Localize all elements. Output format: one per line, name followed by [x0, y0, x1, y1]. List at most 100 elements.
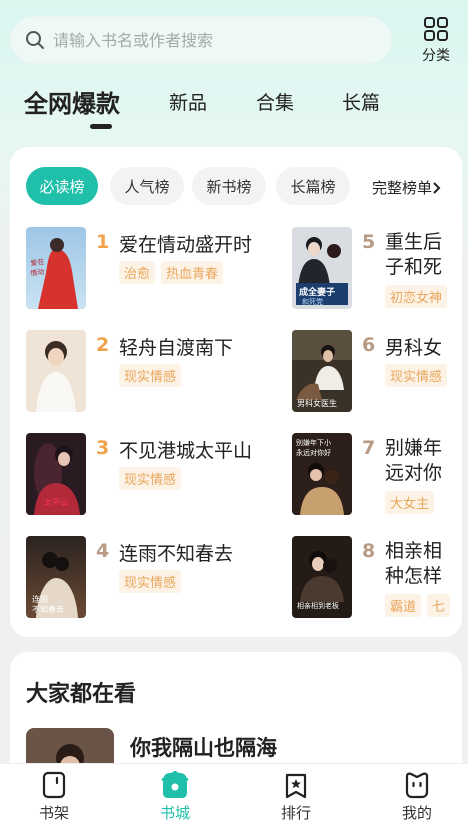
tag: 现实情感: [119, 467, 182, 490]
tab-long[interactable]: 长篇: [342, 88, 380, 115]
tag-row: 治愈 热血青春: [119, 261, 224, 284]
tag-row: 初恋女神: [385, 285, 448, 308]
pill-must-read[interactable]: 必读榜: [26, 167, 98, 205]
grid-icon: [424, 17, 448, 41]
svg-text:成全妻子: 成全妻子: [299, 286, 335, 298]
svg-text:不知春去: 不知春去: [32, 604, 64, 614]
book-title: 轻舟自渡南下: [119, 337, 234, 359]
nav-label: 书城: [159, 804, 190, 822]
book-cover: 爱在 情动: [26, 227, 86, 309]
rank-item[interactable]: 相亲相到老板 8 相亲相 种怎样 霸道 七: [292, 536, 462, 622]
nav-profile[interactable]: 我的: [377, 770, 457, 823]
ranking-icon: [285, 773, 307, 799]
book-cover: 男科女医生: [292, 330, 352, 412]
svg-text:别嫌年下小: 别嫌年下小: [296, 438, 331, 447]
bottom-nav: 书架 书城 排行 我的: [0, 763, 468, 827]
book-cover: 成全妻子 和死党: [292, 227, 352, 309]
rank-item[interactable]: 2 轻舟自渡南下 现实情感: [26, 330, 286, 416]
rank-number: 8: [362, 540, 376, 562]
tab-collection[interactable]: 合集: [256, 88, 294, 115]
book-title-line1: 重生后: [385, 231, 443, 253]
full-list-label: 完整榜单: [372, 179, 433, 197]
book-title[interactable]: 你我隔山也隔海: [130, 732, 277, 762]
book-title: 别嫌年 远对你: [385, 436, 455, 486]
book-title: 不见港城太平山: [119, 440, 253, 462]
rank-number: 6: [362, 334, 376, 356]
active-tab-indicator: [90, 124, 112, 129]
nav-label: 我的: [401, 804, 432, 822]
tag-row: 现实情感: [119, 364, 182, 387]
pill-popular[interactable]: 人气榜: [110, 167, 184, 205]
book-cover: 太平山: [26, 433, 86, 515]
rank-item[interactable]: 太平山 3 不见港城太平山 现实情感: [26, 433, 286, 519]
tag: 现实情感: [119, 570, 182, 593]
book-title: 男科女: [385, 337, 443, 359]
chevron-right-icon: [433, 181, 441, 194]
book-title-line2: 子和死: [385, 256, 443, 278]
nav-bookstore[interactable]: 书城: [135, 770, 215, 823]
svg-text:男科女医生: 男科女医生: [297, 398, 337, 408]
rank-item[interactable]: 连雨 不知春去 4 连雨不知春去 现实情感: [26, 536, 286, 622]
tab-new[interactable]: 新品: [169, 88, 207, 115]
svg-text:相亲相到老板: 相亲相到老板: [297, 601, 339, 610]
nav-bookshelf[interactable]: 书架: [14, 770, 94, 823]
svg-text:连雨: 连雨: [32, 594, 48, 604]
nav-label: 书架: [38, 804, 69, 822]
rank-number: 4: [96, 540, 110, 562]
book-cover: 别嫌年下小 永远对你好: [292, 433, 352, 515]
book-title: 重生后 子和死: [385, 230, 455, 280]
book-cover: 连雨 不知春去: [26, 536, 86, 618]
top-tabs: 全网爆款 新品 合集 长篇: [24, 84, 444, 134]
book-title-line1: 别嫌年: [385, 437, 443, 459]
book-cover: 相亲相到老板: [292, 536, 352, 618]
tag: 初恋女神: [385, 285, 448, 308]
tag-row: 霸道 七: [385, 594, 451, 617]
svg-text:太平山: 太平山: [44, 497, 68, 507]
svg-text:永远对你好: 永远对你好: [296, 448, 331, 457]
rank-item[interactable]: 别嫌年下小 永远对你好 7 别嫌年 远对你 大女主: [292, 433, 462, 519]
rank-number: 1: [96, 231, 110, 253]
book-title-line2: 远对你: [385, 462, 443, 484]
tag: 现实情感: [119, 364, 182, 387]
book-title: 连雨不知春去: [119, 543, 234, 565]
pill-new-books[interactable]: 新书榜: [192, 167, 266, 205]
tag-row: 大女主: [385, 491, 435, 514]
tag: 大女主: [385, 491, 435, 514]
tag: 七: [427, 594, 451, 617]
profile-icon: [405, 772, 429, 799]
bookshelf-icon: [42, 771, 66, 799]
book-title-line1: 相亲相: [385, 540, 443, 562]
rank-number: 2: [96, 334, 110, 356]
tag: 热血青春: [161, 261, 224, 284]
tag-row: 现实情感: [119, 467, 182, 490]
book-title-line2: 种怎样: [385, 565, 443, 587]
tag: 现实情感: [385, 364, 448, 387]
full-list-link[interactable]: 完整榜单: [372, 177, 442, 198]
rank-item[interactable]: 成全妻子 和死党 5 重生后 子和死 初恋女神: [292, 227, 462, 313]
category-button[interactable]: 分类: [414, 16, 458, 66]
ranking-card: 必读榜 人气榜 新书榜 长篇榜 完整榜单 爱在 情动 1 爱在情动盛开时 治愈 …: [10, 147, 462, 637]
search-bar[interactable]: [10, 16, 392, 64]
rank-item[interactable]: 爱在 情动 1 爱在情动盛开时 治愈 热血青春: [26, 227, 286, 313]
tag: 霸道: [385, 594, 422, 617]
rank-item[interactable]: 男科女医生 6 男科女 现实情感: [292, 330, 462, 416]
search-icon: [26, 31, 44, 49]
nav-ranking[interactable]: 排行: [256, 770, 336, 823]
svg-text:和死党: 和死党: [302, 297, 323, 306]
search-input[interactable]: [53, 30, 373, 50]
tab-hot[interactable]: 全网爆款: [24, 84, 120, 119]
section-title: 大家都在看: [26, 682, 137, 707]
tag-row: 现实情感: [119, 570, 182, 593]
top-bar: 分类: [0, 0, 468, 80]
rank-number: 3: [96, 437, 110, 459]
rank-number: 7: [362, 437, 376, 459]
rank-number: 5: [362, 231, 376, 253]
tag: 治愈: [119, 261, 156, 284]
nav-label: 排行: [280, 804, 311, 822]
tag-row: 现实情感: [385, 364, 448, 387]
store-icon: [161, 770, 189, 798]
pill-long[interactable]: 长篇榜: [276, 167, 350, 205]
ranking-filter-pills: 必读榜 人气榜 新书榜 长篇榜 完整榜单: [24, 167, 462, 207]
book-title: 相亲相 种怎样: [385, 539, 455, 589]
book-cover: [26, 330, 86, 412]
